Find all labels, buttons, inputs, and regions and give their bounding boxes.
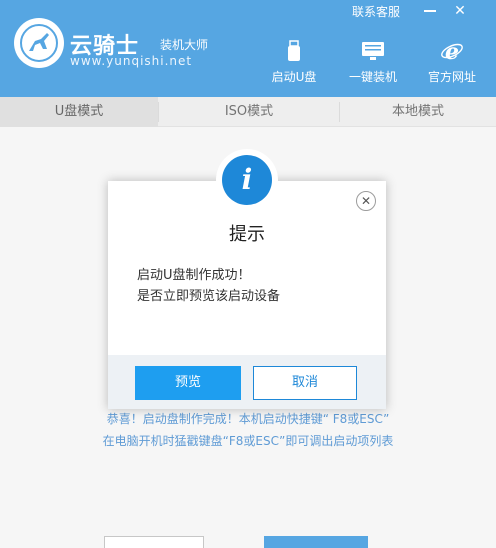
info-icon: i — [222, 155, 272, 205]
dialog-close-button[interactable]: ✕ — [356, 191, 376, 211]
dialog-message-line2: 是否立即预览该启动设备 — [137, 289, 281, 304]
dialog-message-line1: 启动U盘制作成功！ — [137, 268, 251, 283]
dialog-title: 提示 — [229, 224, 265, 245]
cancel-button[interactable]: 取消 — [253, 366, 357, 400]
preview-button[interactable]: 预览 — [135, 366, 241, 400]
